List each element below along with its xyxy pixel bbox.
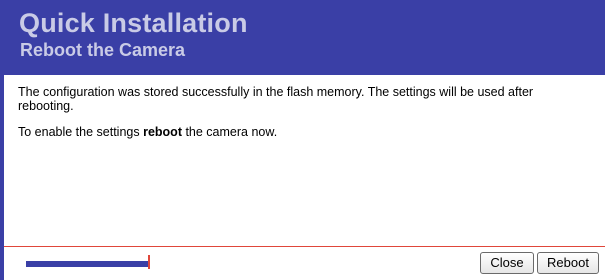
instruction-prefix: To enable the settings: [18, 125, 144, 139]
message-body: The configuration was stored successfull…: [18, 85, 588, 151]
quick-installation-window: Quick Installation Reboot the Camera The…: [0, 0, 605, 280]
instruction-suffix: the camera now.: [181, 125, 278, 139]
close-button[interactable]: Close: [480, 252, 534, 274]
page-subtitle: Reboot the Camera: [20, 40, 186, 60]
reboot-instruction: To enable the settings reboot the camera…: [18, 125, 588, 139]
page-title: Quick Installation: [19, 8, 248, 38]
stored-message: The configuration was stored successfull…: [18, 85, 534, 113]
header-banner: Quick Installation Reboot the Camera: [0, 0, 605, 75]
instruction-bold: reboot: [143, 125, 182, 139]
reboot-button[interactable]: Reboot: [537, 252, 599, 274]
left-accent-bar: [0, 0, 4, 280]
progress-bar: [26, 255, 150, 269]
divider-line: [4, 246, 605, 247]
progress-end-marker: [148, 255, 150, 269]
progress-fill: [26, 261, 148, 267]
